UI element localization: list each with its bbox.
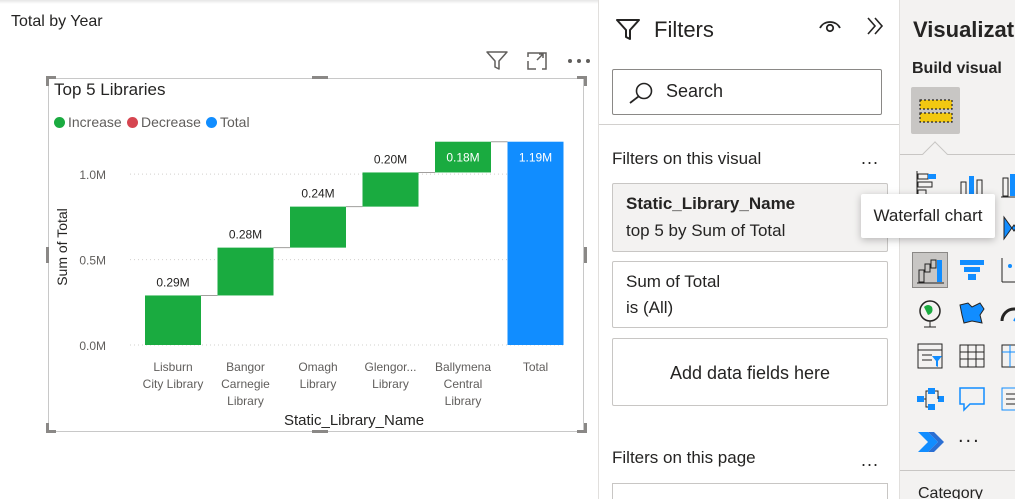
data-label: 0.24M xyxy=(301,187,334,201)
legend-marker xyxy=(127,116,138,128)
data-label: 0.18M xyxy=(446,151,479,165)
ribbon-chart-icon[interactable] xyxy=(996,209,1015,245)
filter-card-desc: top 5 by Sum of Total xyxy=(626,221,786,240)
scatter-chart-icon[interactable] xyxy=(996,252,1015,288)
funnel-chart-icon[interactable] xyxy=(954,252,990,288)
data-label: 0.20M xyxy=(374,152,407,166)
search-icon xyxy=(627,81,655,110)
x-tick-label[interactable]: Library xyxy=(372,377,409,391)
legend-marker xyxy=(206,116,217,128)
filter-icon[interactable] xyxy=(484,50,510,72)
filter-card-field: Sum of Total xyxy=(626,272,721,291)
resize-handle[interactable] xyxy=(312,76,328,79)
gauge-icon[interactable] xyxy=(996,295,1015,331)
x-axis-label: Static_Library_Name xyxy=(284,412,424,429)
data-label: 0.28M xyxy=(229,228,262,242)
waterfall-bar[interactable] xyxy=(362,172,419,207)
matrix-icon[interactable] xyxy=(996,338,1015,374)
filter-funnel-icon xyxy=(615,18,641,47)
legend-label: Increase xyxy=(68,114,122,130)
x-tick-label[interactable]: Omagh xyxy=(298,360,337,374)
page-filter-well[interactable] xyxy=(612,483,888,499)
legend-item-total[interactable]: Total xyxy=(206,114,250,130)
legend-label: Total xyxy=(220,114,250,130)
report-canvas: Total by Year Top 5 Libraries Increase D… xyxy=(0,0,598,499)
waterfall-bar[interactable] xyxy=(145,295,201,345)
legend-marker xyxy=(54,116,65,128)
waterfall-bar[interactable] xyxy=(290,206,346,248)
filter-search-input[interactable]: Search xyxy=(612,69,882,115)
add-data-fields-well[interactable]: Add data fields here xyxy=(612,338,888,406)
build-visual-icon[interactable] xyxy=(911,87,960,134)
more-options-icon[interactable] xyxy=(566,50,592,72)
x-tick-label[interactable]: Library xyxy=(227,394,264,408)
filter-card-field: Static_Library_Name xyxy=(626,194,796,213)
waterfall-bar[interactable] xyxy=(217,247,274,296)
more-options-icon[interactable]: ... xyxy=(861,148,879,169)
legend-item-increase[interactable]: Increase xyxy=(54,114,122,130)
y-tick-label: 0.0M xyxy=(79,339,106,353)
x-tick-label[interactable]: Ballymena xyxy=(435,360,491,374)
filter-card-library-name[interactable]: Static_Library_Name top 5 by Sum of Tota… xyxy=(612,183,888,252)
resize-handle[interactable] xyxy=(584,423,587,433)
divider xyxy=(599,124,899,125)
resize-handle[interactable] xyxy=(584,76,587,86)
x-tick-label[interactable]: City Library xyxy=(143,377,204,391)
x-tick-label[interactable]: Library xyxy=(300,377,337,391)
y-tick-label: 1.0M xyxy=(79,168,106,182)
x-tick-label[interactable]: Bangor xyxy=(226,360,265,374)
filters-pane: Filters Search Filters on this visual ..… xyxy=(598,0,900,499)
filters-on-page-heading: Filters on this page xyxy=(612,448,756,467)
tooltip: Waterfall chart xyxy=(861,194,995,238)
x-tick-label[interactable]: Total xyxy=(523,360,548,374)
filter-card-sum-of-total[interactable]: Sum of Total is (All) xyxy=(612,261,888,328)
y-tick-label: 0.5M xyxy=(79,254,106,268)
divider xyxy=(900,470,1015,471)
x-tick-label[interactable]: Central xyxy=(444,377,483,391)
collapse-pane-icon[interactable] xyxy=(864,15,886,43)
filter-card-desc: is (All) xyxy=(626,298,674,317)
x-tick-label[interactable]: Carnegie xyxy=(221,377,270,391)
clustered-bar-chart-icon[interactable] xyxy=(996,166,1015,202)
filled-map-icon[interactable] xyxy=(954,295,990,331)
visualizations-title: Visualizat xyxy=(913,17,1015,42)
x-tick-label[interactable]: Glengor... xyxy=(364,360,416,374)
data-label: 1.19M xyxy=(519,151,552,165)
waterfall-chart-icon[interactable] xyxy=(912,252,948,288)
waterfall-chart: 0.0M 0.5M 1.0M Sum of Total Static_Library_N… xyxy=(54,141,564,429)
decomposition-tree-icon[interactable] xyxy=(912,381,948,417)
table-icon[interactable] xyxy=(954,338,990,374)
y-axis-label: Sum of Total xyxy=(54,208,70,286)
tab-notch xyxy=(922,141,948,167)
add-data-fields-label: Add data fields here xyxy=(669,363,831,383)
page-title: Total by Year xyxy=(11,13,103,30)
x-tick-label[interactable]: Library xyxy=(445,394,482,408)
more-visuals-icon[interactable]: ... xyxy=(958,425,981,448)
slicer-icon[interactable] xyxy=(912,338,948,374)
build-visual-label: Build visual xyxy=(912,60,1002,77)
category-label: Category xyxy=(918,485,983,499)
search-placeholder: Search xyxy=(666,81,724,101)
waterfall-bar[interactable] xyxy=(507,141,564,345)
power-automate-icon[interactable] xyxy=(912,424,948,460)
legend-item-decrease[interactable]: Decrease xyxy=(127,114,201,130)
globe-map-icon[interactable] xyxy=(912,295,948,331)
data-label: 0.29M xyxy=(156,275,189,289)
legend-label: Decrease xyxy=(141,114,201,130)
resize-handle[interactable] xyxy=(46,76,49,86)
focus-mode-icon[interactable] xyxy=(524,50,550,72)
key-influencers-icon[interactable] xyxy=(996,381,1015,417)
qna-icon[interactable] xyxy=(954,381,990,417)
divider xyxy=(900,154,1015,155)
resize-handle[interactable] xyxy=(584,247,587,263)
filters-on-visual-heading: Filters on this visual xyxy=(612,149,762,168)
filters-title: Filters xyxy=(654,17,714,42)
eye-icon[interactable] xyxy=(818,16,842,41)
visual-title: Top 5 Libraries xyxy=(54,80,166,99)
x-tick-label[interactable]: Lisburn xyxy=(153,360,192,374)
more-options-icon[interactable]: ... xyxy=(861,450,879,471)
